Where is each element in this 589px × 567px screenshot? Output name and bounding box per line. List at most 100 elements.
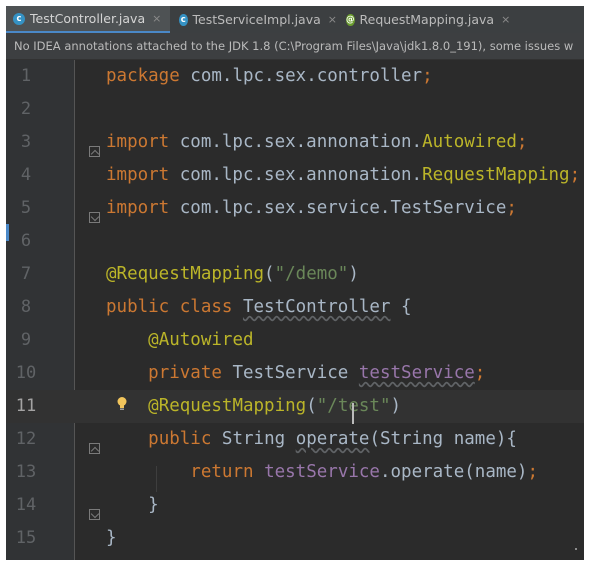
code-token: import [106, 198, 170, 218]
code-text: import com.lpc.sex.annonation.RequestMap… [106, 159, 580, 192]
line-number: 2 [20, 99, 32, 119]
fold-import-end-icon[interactable] [89, 212, 100, 223]
close-tab-icon[interactable]: × [328, 13, 337, 26]
code-token: .operate(name) [379, 462, 528, 482]
code-token: return [190, 462, 265, 482]
close-tab-icon[interactable]: × [501, 13, 510, 26]
code-token: import [106, 165, 170, 185]
code-line[interactable]: 7 @RequestMapping("/demo") [6, 258, 584, 291]
code-text: @RequestMapping("/demo") [106, 258, 359, 291]
code-token: package [106, 66, 180, 86]
code-token: TestService [232, 363, 359, 383]
fold-import-start-icon[interactable] [89, 146, 100, 157]
code-token: { [390, 297, 412, 317]
code-token: (String name){ [369, 429, 517, 449]
line-number: 12 [15, 429, 37, 449]
line-number: 9 [20, 330, 32, 350]
code-text: return testService.operate(name); [106, 456, 538, 489]
code-token: operate [295, 429, 370, 449]
code-line[interactable]: 11 @RequestMapping("/test") [6, 390, 584, 423]
code-token: "/demo" [274, 264, 349, 284]
tab-testserviceimpl[interactable]: c TestServiceImpl.java × [172, 6, 337, 33]
code-token: RequestMapping [422, 165, 570, 185]
code-line[interactable]: 8 public class TestController { [6, 291, 584, 324]
code-token: com.lpc.sex.controller [179, 66, 423, 86]
code-text: public String operate(String name){ [106, 423, 517, 456]
code-token: @RequestMapping [148, 396, 307, 416]
code-text: @Autowired [106, 324, 253, 357]
code-token: com.lpc.sex.annonation. [169, 165, 423, 185]
code-text: package com.lpc.sex.controller; [106, 60, 433, 93]
line-number: 4 [20, 165, 32, 185]
code-line[interactable]: 10 private TestService testService; [6, 357, 584, 390]
line-number: 11 [15, 396, 37, 416]
line-number: 3 [20, 132, 32, 152]
code-token: } [106, 528, 117, 548]
code-token: String [221, 429, 296, 449]
text-caret [352, 403, 354, 424]
code-token: "/test" [316, 396, 391, 416]
tab-label: TestController.java [30, 11, 146, 26]
line-number: 5 [20, 198, 32, 218]
line-number: 15 [15, 528, 37, 548]
tab-requestmapping[interactable]: @ RequestMapping.java × [339, 6, 510, 33]
code-token: ) [390, 396, 402, 416]
line-number: 8 [20, 297, 32, 317]
close-tab-icon[interactable]: × [152, 12, 161, 25]
code-token: public class [106, 297, 243, 317]
code-text: import com.lpc.sex.service.TestService; [106, 192, 517, 225]
code-token: @RequestMapping [106, 264, 265, 284]
code-line[interactable]: 13 return testService.operate(name); [6, 456, 584, 489]
code-text: } [106, 522, 117, 555]
code-token: ; [516, 132, 528, 152]
code-token: ; [506, 198, 517, 218]
lightbulb-icon[interactable] [117, 396, 127, 412]
scroll-marker [575, 548, 577, 550]
code-token: TestController [242, 297, 391, 317]
code-text: private TestService testService; [106, 357, 485, 390]
code-token: public [148, 429, 222, 449]
code-line[interactable]: 2 [6, 93, 584, 126]
code-text: } [106, 489, 159, 522]
code-token: ; [569, 165, 581, 185]
line-number: 7 [20, 264, 32, 284]
line-number: 13 [15, 462, 37, 482]
code-line[interactable]: 15} [6, 522, 584, 555]
code-token: com.lpc.sex.service.TestService [169, 198, 507, 218]
annotation-icon: @ [346, 13, 355, 26]
tab-testcontroller[interactable]: c TestController.java × [6, 6, 170, 33]
code-token: ; [474, 363, 486, 383]
code-token: ) [348, 264, 359, 284]
tab-label: RequestMapping.java [359, 12, 495, 27]
code-text: public class TestController { [106, 291, 412, 324]
line-number: 10 [15, 363, 37, 383]
code-token: } [106, 495, 159, 515]
code-token: testService [358, 363, 475, 383]
editor-tab-bar: c TestController.java × c TestServiceImp… [6, 6, 584, 33]
code-token: testService [264, 462, 380, 482]
code-token: ; [527, 462, 539, 482]
fold-method-end-icon[interactable] [89, 509, 100, 520]
code-token: private [148, 363, 233, 383]
fold-method-start-icon[interactable] [89, 443, 100, 454]
code-token: ; [422, 66, 433, 86]
tab-label: TestServiceImpl.java [192, 12, 321, 27]
code-line[interactable]: 4 import com.lpc.sex.annonation.RequestMa… [6, 159, 584, 192]
c-class-icon: c [179, 13, 188, 26]
ide-window: c TestController.java × c TestServiceImp… [6, 6, 584, 560]
c-class-icon: c [13, 12, 25, 25]
code-line[interactable]: 1 package com.lpc.sex.controller; [6, 60, 584, 93]
line-number: 14 [15, 495, 37, 515]
line-number: 1 [20, 66, 32, 86]
code-line[interactable]: 9 @Autowired [6, 324, 584, 357]
code-line[interactable]: 6 [6, 225, 584, 258]
jdk-annotations-notice[interactable]: No IDEA annotations attached to the JDK … [6, 33, 584, 60]
code-token: Autowired [422, 132, 517, 152]
code-token: com.lpc.sex.annonation. [169, 132, 423, 152]
indent-guide [156, 466, 157, 492]
